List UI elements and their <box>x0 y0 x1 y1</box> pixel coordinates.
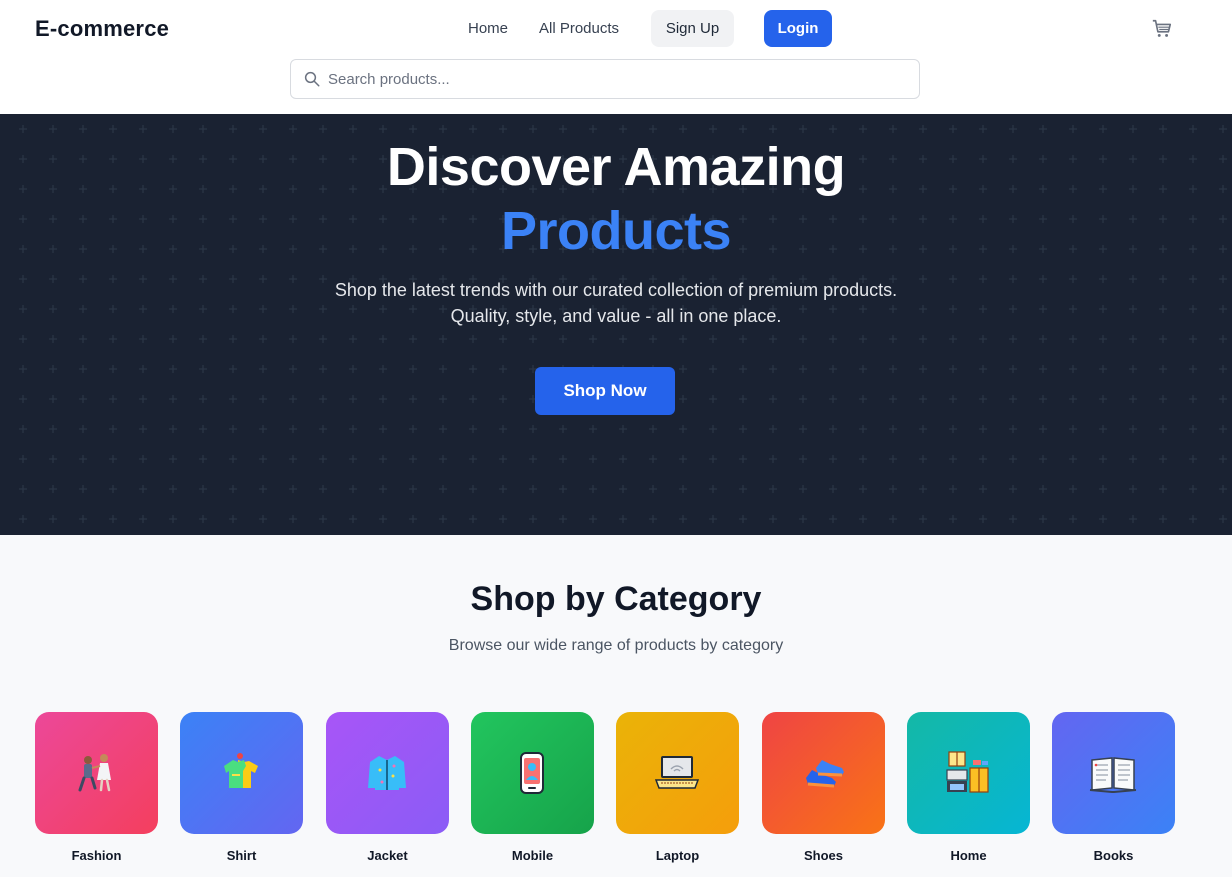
shopping-cart-icon[interactable] <box>1151 18 1173 40</box>
hero-section: Discover Amazing Products Shop the lates… <box>0 114 1232 535</box>
hero-subtitle: Shop the latest trends with our curated … <box>334 280 898 300</box>
nav-all-products-link[interactable]: All Products <box>539 20 619 37</box>
category-label: Shirt <box>226 848 257 863</box>
shop-now-button[interactable]: Shop Now <box>535 367 675 415</box>
category-tile[interactable] <box>907 712 1030 834</box>
category-card-shirt[interactable]: Shirt <box>180 712 303 863</box>
category-section-subtitle: Browse our wide range of products by cat… <box>448 637 784 654</box>
search-input[interactable] <box>328 68 888 90</box>
mobile-icon <box>520 752 544 794</box>
category-label: Fashion <box>71 848 122 863</box>
search-bar <box>290 59 920 99</box>
category-label: Jacket <box>367 848 408 863</box>
site-header: E-commerce Home All Products Sign Up Log… <box>0 0 1232 114</box>
category-card-laptop[interactable]: Laptop <box>616 712 739 863</box>
category-tile[interactable] <box>762 712 885 834</box>
category-label: Home <box>950 848 987 863</box>
category-label: Shoes <box>803 848 843 863</box>
category-section-title: Shop by Category <box>470 580 762 618</box>
nav-home-link[interactable]: Home <box>468 20 508 37</box>
jacket-icon <box>368 756 406 790</box>
search-icon <box>304 71 320 87</box>
home-furniture-icon <box>946 751 989 793</box>
category-tile[interactable] <box>616 712 739 834</box>
category-tile[interactable] <box>180 712 303 834</box>
category-card-home[interactable]: Home <box>907 712 1030 863</box>
category-card-books[interactable]: Books <box>1052 712 1175 863</box>
hero-title-highlight: Products <box>500 201 732 261</box>
category-label: Mobile <box>511 848 554 863</box>
category-card-shoes[interactable]: Shoes <box>762 712 885 863</box>
category-label: Laptop <box>655 848 700 863</box>
hero-title: Discover Amazing <box>386 137 846 197</box>
category-tile[interactable] <box>326 712 449 834</box>
category-tile[interactable] <box>471 712 594 834</box>
laptop-icon <box>654 756 700 789</box>
couple-icon <box>78 754 111 792</box>
sign-up-button[interactable]: Sign Up <box>651 10 734 47</box>
category-tile[interactable] <box>35 712 158 834</box>
category-tile[interactable] <box>1052 712 1175 834</box>
category-card-mobile[interactable]: Mobile <box>471 712 594 863</box>
hero-subtitle-second-line: Quality, style, and value - all in one p… <box>450 306 782 326</box>
shirt-icon <box>224 753 258 788</box>
shoes-icon <box>806 760 844 788</box>
main-nav: Home All Products Sign Up Login <box>0 10 1232 48</box>
category-label: Books <box>1093 848 1134 863</box>
category-card-jacket[interactable]: Jacket <box>326 712 449 863</box>
login-button[interactable]: Login <box>764 10 832 47</box>
category-card-fashion[interactable]: Fashion <box>35 712 158 863</box>
book-icon <box>1089 757 1137 793</box>
